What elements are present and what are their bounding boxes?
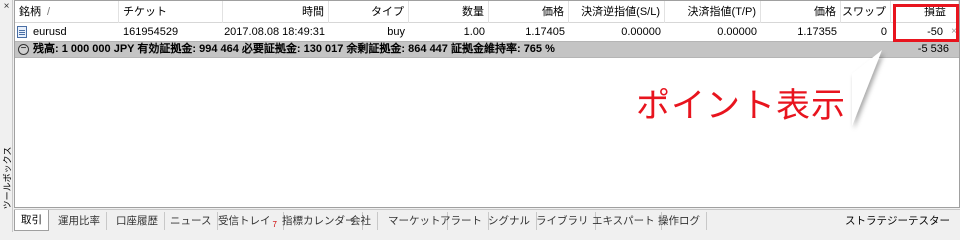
column-header-sl[interactable]: 決済逆指値(S/L): [569, 1, 665, 23]
annotation-label: ポイント表示: [636, 86, 846, 126]
column-header-price[interactable]: 価格: [489, 1, 569, 23]
toolbox-close-icon[interactable]: ×: [1, 2, 12, 13]
tab-mailbox-label: 受信トレイ: [218, 215, 271, 227]
table-row[interactable]: eurusd 161954529 2017.08.08 18:49:31 buy…: [15, 23, 959, 41]
column-header-type[interactable]: タイプ: [329, 1, 409, 23]
tab-company[interactable]: 会社: [344, 212, 378, 230]
column-header-current-price[interactable]: 価格: [761, 1, 841, 23]
account-summary-text: 残高: 1 000 000 JPY 有効証拠金: 994 464 必要証拠金: …: [33, 43, 555, 55]
tab-signals[interactable]: シグナル: [482, 212, 537, 230]
tab-journal[interactable]: 操作ログ: [652, 212, 707, 230]
order-swap: 0: [880, 26, 887, 38]
toolbox-title: ツールボックス: [1, 130, 12, 225]
order-price: 1.17405: [525, 26, 565, 38]
order-type: buy: [387, 26, 405, 38]
tab-exposure[interactable]: 運用比率: [52, 212, 107, 230]
tab-trade[interactable]: 取引: [14, 210, 49, 231]
tab-experts[interactable]: エキスパート: [586, 212, 662, 230]
column-header-volume[interactable]: 数量: [409, 1, 489, 23]
column-header-time[interactable]: 時間: [223, 1, 329, 23]
order-document-icon: [17, 26, 27, 38]
order-time: 2017.08.08 18:49:31: [224, 26, 325, 38]
toolbox-side-strip: × ツールボックス: [0, 0, 13, 232]
column-header-ticket[interactable]: チケット: [119, 1, 223, 23]
order-current-price: 1.17355: [797, 26, 837, 38]
order-take-profit: 0.00000: [717, 26, 757, 38]
tab-alerts[interactable]: アラート: [434, 212, 489, 230]
tab-mailbox[interactable]: 受信トレイ 7: [212, 212, 284, 230]
order-volume: 1.00: [463, 26, 485, 38]
column-header-tp[interactable]: 決済指値(T/P): [665, 1, 761, 23]
sort-indicator-icon: /: [47, 6, 51, 18]
tab-account-history[interactable]: 口座履歴: [110, 212, 165, 230]
order-stop-loss: 0.00000: [621, 26, 661, 38]
tab-strategy-tester[interactable]: ストラテジーテスター: [845, 212, 950, 230]
order-symbol: eurusd: [33, 26, 67, 38]
profit-highlight-box: [893, 4, 959, 42]
annotation-callout: ポイント表示: [620, 48, 940, 138]
terminal-tab-bar: 取引 運用比率 口座履歴 ニュース 受信トレイ 7 指標カレンダー 会社 マーケッ…: [14, 209, 960, 232]
table-header: 銘柄 / チケット 時間 タイプ 数量 価格 決済逆指値(S/L) 決済指値(T/…: [15, 1, 959, 23]
order-ticket: 161954529: [123, 26, 179, 38]
column-header-symbol-label: 銘柄: [19, 6, 41, 18]
column-header-symbol[interactable]: 銘柄 /: [15, 1, 119, 23]
column-header-swap[interactable]: スワップ: [841, 1, 891, 23]
collapse-icon[interactable]: −: [18, 44, 29, 55]
toolbox-title-text: ツールボックス: [2, 146, 12, 209]
tab-news[interactable]: ニュース: [164, 212, 219, 230]
